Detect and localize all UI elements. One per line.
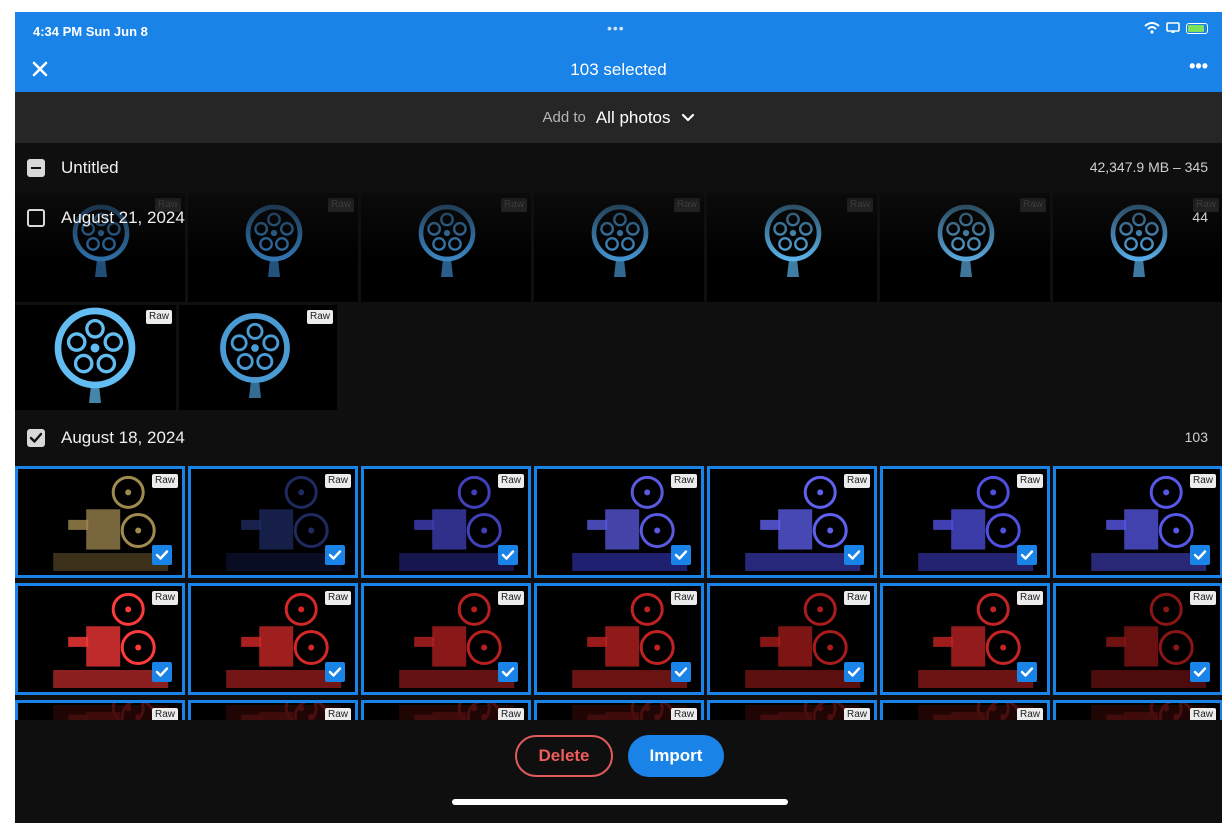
section-header-august-21: August 21, 2024 44 [15,193,1222,243]
raw-badge: Raw [1016,591,1043,605]
check-icon [1193,550,1207,560]
wifi-icon [1144,22,1160,34]
photo-thumbnail[interactable]: Raw [361,466,531,578]
home-indicator[interactable] [452,799,788,805]
selected-checkbox[interactable] [844,662,864,682]
check-icon [847,550,861,560]
selection-count-title: 103 selected [570,60,667,79]
section-checkbox-unchecked[interactable] [27,209,45,227]
screen-mirroring-icon [1166,22,1180,33]
add-to-bar: Add to All photos [15,92,1222,143]
status-time: 4:34 PM Sun Jun 8 [33,24,148,39]
section-checkbox-partial[interactable] [27,159,45,177]
check-icon [674,667,688,677]
raw-badge: Raw [1016,474,1043,488]
section-size-count: 42,347.9 MB – 345 [1089,159,1208,175]
more-options-button[interactable]: ••• [1189,56,1208,77]
selected-checkbox[interactable] [1017,545,1037,565]
check-icon [328,667,342,677]
selected-checkbox[interactable] [325,545,345,565]
selected-checkbox[interactable] [1017,662,1037,682]
raw-badge: Raw [497,474,524,488]
photo-thumbnail[interactable]: Raw [15,466,185,578]
check-icon [155,667,169,677]
bottom-action-bar: Delete Import [15,720,1222,823]
raw-badge: Raw [670,591,697,605]
section-title: Untitled [61,158,119,177]
check-icon [155,550,169,560]
raw-badge: Raw [843,591,870,605]
chevron-down-icon[interactable] [681,113,695,123]
top-bar: 4:34 PM Sun Jun 8 ••• 103 selected ••• [15,12,1222,92]
selected-checkbox[interactable] [671,662,691,682]
section-header-untitled: Untitled 42,347.9 MB – 345 [15,143,1222,193]
selected-checkbox[interactable] [671,545,691,565]
photo-thumbnail[interactable]: Raw [188,466,358,578]
section-header-august-18: August 18, 2024 103 [15,413,1222,463]
selected-checkbox[interactable] [325,662,345,682]
battery-icon [1186,22,1208,34]
selected-checkbox[interactable] [152,545,172,565]
check-icon [847,667,861,677]
raw-badge: Raw [843,474,870,488]
selected-checkbox[interactable] [498,662,518,682]
check-icon [501,550,515,560]
raw-badge: Raw [306,310,333,324]
selected-checkbox[interactable] [1190,662,1210,682]
photo-thumbnail[interactable]: Raw [188,583,358,695]
raw-badge: Raw [151,591,178,605]
status-icons [1144,22,1208,34]
section-title: August 21, 2024 [61,208,185,227]
selected-checkbox[interactable] [152,662,172,682]
raw-badge: Raw [497,591,524,605]
photo-thumbnail[interactable]: Raw [15,583,185,695]
photo-thumbnail[interactable]: Raw [1053,583,1222,695]
raw-badge: Raw [145,310,172,324]
section-count: 44 [1192,209,1208,225]
raw-badge: Raw [324,591,351,605]
raw-badge: Raw [1189,474,1216,488]
multitasking-dots[interactable]: ••• [607,20,625,36]
section-title: August 18, 2024 [61,428,185,447]
delete-button[interactable]: Delete [515,735,613,777]
selected-checkbox[interactable] [498,545,518,565]
section-count: 103 [1184,429,1208,445]
check-icon [1020,667,1034,677]
photo-thumbnail[interactable]: Raw [707,583,877,695]
photo-thumbnail[interactable]: Raw [1053,466,1222,578]
photo-thumbnail[interactable]: Raw [880,466,1050,578]
check-icon [29,432,43,443]
selected-checkbox[interactable] [844,545,864,565]
photo-thumbnail[interactable]: Raw [880,583,1050,695]
photo-thumbnail[interactable]: Raw [707,466,877,578]
check-icon [1020,550,1034,560]
raw-badge: Raw [324,474,351,488]
check-icon [674,550,688,560]
photo-thumbnail[interactable]: Raw [361,583,531,695]
raw-badge: Raw [670,474,697,488]
add-to-dropdown[interactable]: All photos [596,108,671,128]
add-to-label: Add to [542,109,586,126]
photo-thumbnail[interactable]: Raw [534,583,704,695]
photo-thumbnail[interactable]: Raw [534,466,704,578]
screen: 4:34 PM Sun Jun 8 ••• 103 selected ••• A… [15,12,1222,823]
section-checkbox-checked[interactable] [27,429,45,447]
photo-thumbnail[interactable]: Raw [179,305,337,410]
check-icon [328,550,342,560]
photo-thumbnail[interactable]: Raw [15,305,176,410]
raw-badge: Raw [1189,591,1216,605]
import-button[interactable]: Import [628,735,724,777]
check-icon [501,667,515,677]
check-icon [1193,667,1207,677]
selected-checkbox[interactable] [1190,545,1210,565]
raw-badge: Raw [151,474,178,488]
